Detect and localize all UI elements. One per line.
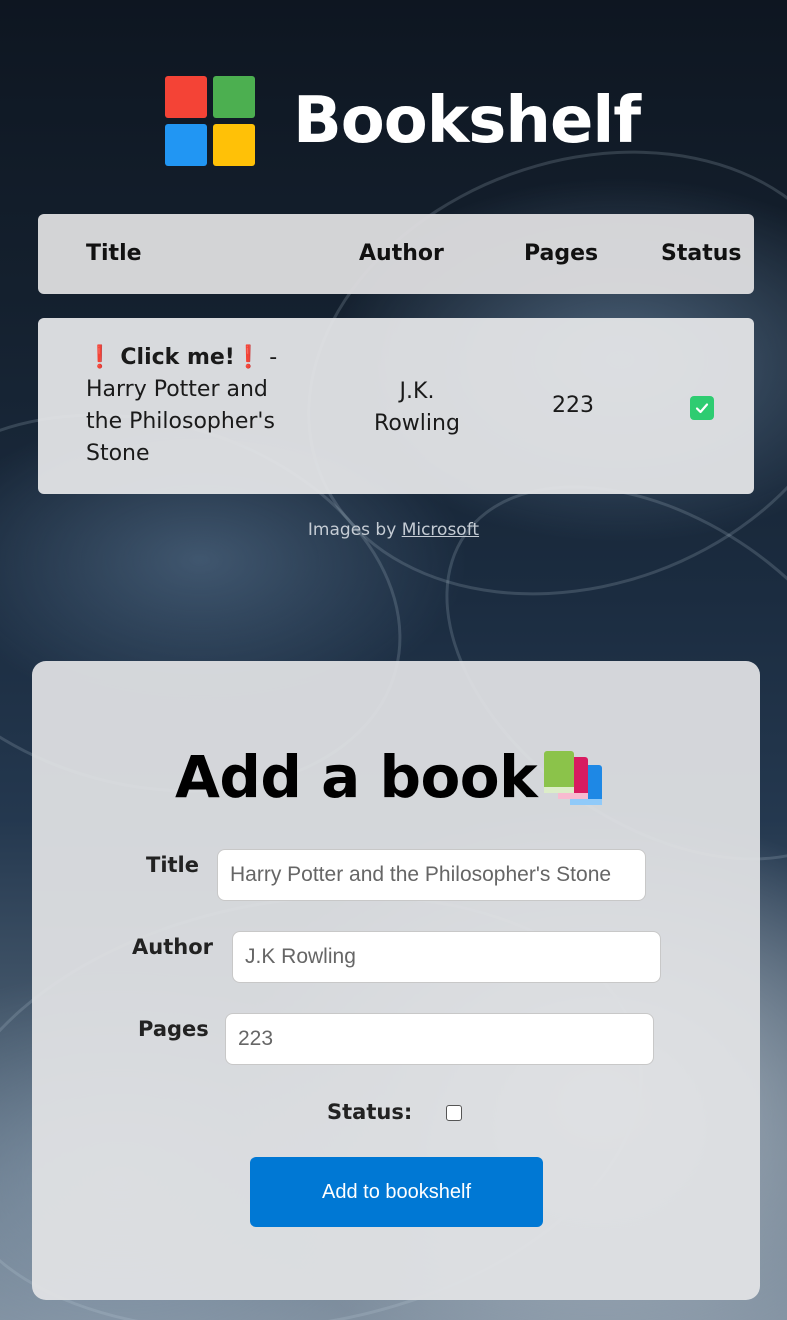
title-label: Title [146,853,200,877]
logo-green-square [213,76,255,118]
column-header-author: Author [359,241,444,266]
checkmark-icon [695,403,709,414]
add-to-bookshelf-button[interactable]: Add to bookshelf [250,1157,543,1227]
author-input[interactable] [232,931,661,983]
status-label: Status: [327,1100,413,1124]
book-title-text: Harry Potter and the Philosopher's Stone [86,377,275,466]
title-input[interactable] [217,849,646,901]
book-title-cell[interactable]: ❗ Click me!❗ - Harry Potter and the Phil… [86,342,286,470]
column-header-title: Title [86,241,142,266]
logo-yellow-square [213,124,255,166]
pages-input[interactable] [225,1013,654,1065]
status-checkbox[interactable] [446,1105,462,1121]
click-me-text[interactable]: Click me! [120,345,234,370]
logo-blue-square [165,124,207,166]
column-header-status: Status [661,241,742,266]
credits-prefix: Images by [307,520,402,540]
pages-label: Pages [138,1017,209,1041]
status-checkbox-checked[interactable] [690,396,714,420]
author-label: Author [132,935,213,959]
books-icon [544,751,602,805]
logo-red-square [165,76,207,118]
add-book-form: Add a book Title Author Pages Status: Ad… [32,661,760,1300]
column-header-pages: Pages [524,241,599,266]
image-credits: Images by Microsoft [0,520,787,540]
title-separator: - [262,345,278,370]
form-heading: Add a book [175,743,538,811]
app-header: Bookshelf [165,76,641,166]
table-header: Title Author Pages Status [38,214,754,294]
table-row: ❗ Click me!❗ - Harry Potter and the Phil… [38,318,754,494]
microsoft-link[interactable]: Microsoft [402,520,479,540]
exclamation-icon: ❗ [86,345,114,370]
app-title: Bookshelf [293,84,641,158]
book-pages-cell: 223 [552,393,594,418]
exclamation-icon: ❗ [234,345,263,370]
microsoft-logo-icon [165,76,255,166]
book-author-cell: J.K. Rowling [374,379,460,436]
